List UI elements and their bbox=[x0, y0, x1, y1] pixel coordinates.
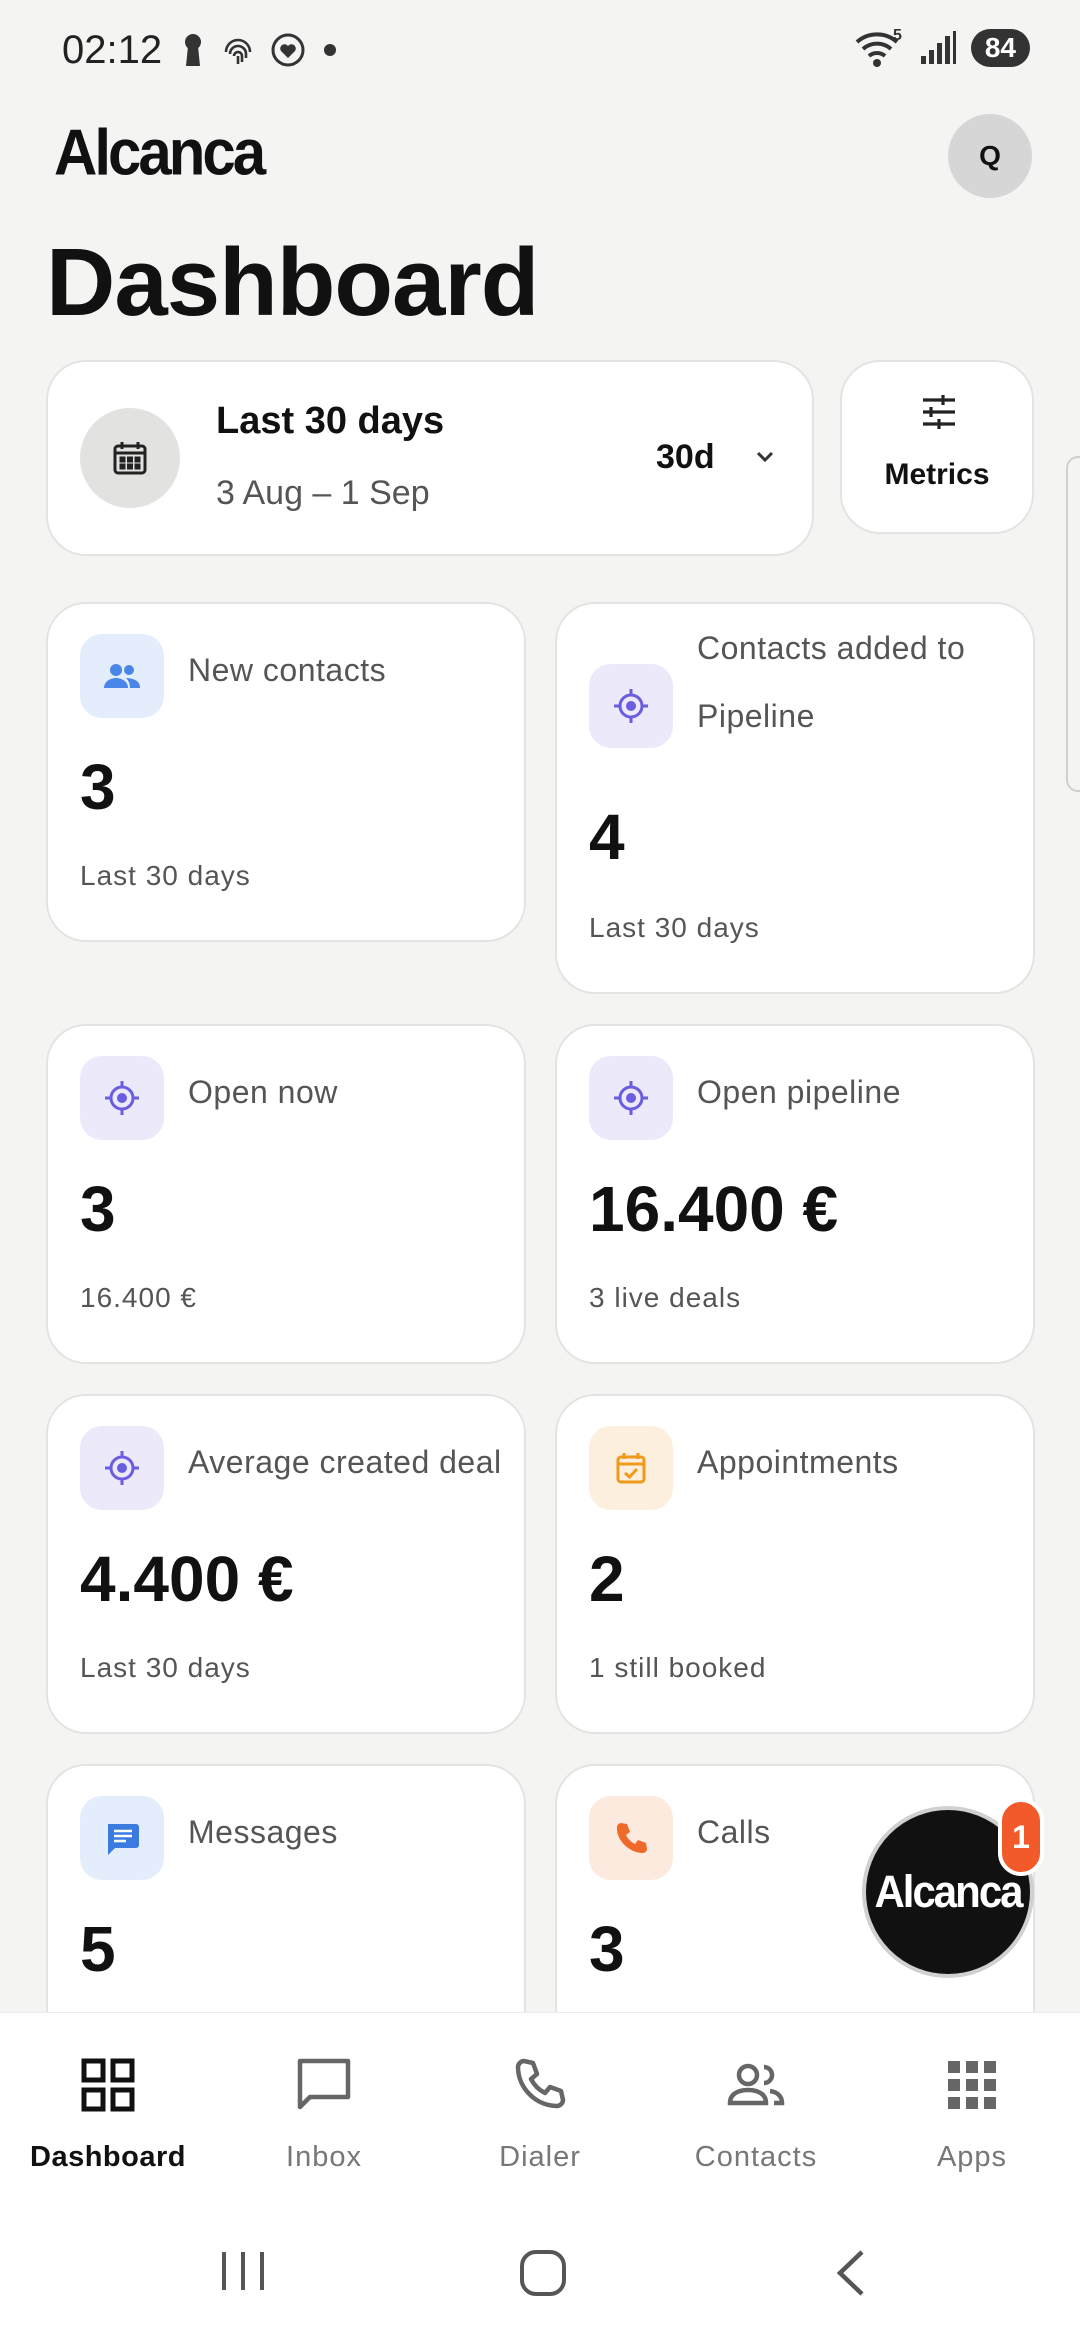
card-value: 16.400 € bbox=[589, 1173, 839, 1245]
card-label: New contacts bbox=[188, 652, 387, 688]
message-icon bbox=[108, 1824, 139, 1855]
card-note: 16.400 € bbox=[80, 1282, 197, 1313]
recent-apps-icon[interactable] bbox=[218, 2248, 268, 2294]
card-contacts-added-to-pipeline[interactable]: Contacts added to Pipeline 4 Last 30 day… bbox=[555, 602, 1035, 994]
card-icon-box bbox=[80, 1426, 164, 1510]
sliders-icon bbox=[923, 395, 955, 429]
card-label: Contacts added to Pipeline bbox=[697, 630, 966, 734]
card-icon-box bbox=[589, 1056, 673, 1140]
grid-icon bbox=[76, 2053, 140, 2117]
card-open-now[interactable]: Open now 3 16.400 € bbox=[46, 1024, 526, 1364]
apps-grid-icon bbox=[940, 2053, 1004, 2117]
status-bar: 02:12 5 84 bbox=[0, 0, 1080, 100]
target-icon bbox=[614, 689, 648, 723]
card-average-created-deal[interactable]: Average created deal 4.400 € Last 30 day… bbox=[46, 1394, 526, 1734]
battery-level: 84 bbox=[970, 29, 1030, 67]
target-icon bbox=[105, 1081, 139, 1115]
card-note: 1 still booked bbox=[589, 1652, 767, 1683]
nav-inbox[interactable]: Inbox bbox=[216, 2013, 432, 2203]
app-logo: Alcanca bbox=[54, 116, 266, 189]
bottom-nav: Dashboard Inbox Dialer Contacts Apps bbox=[0, 2012, 1080, 2202]
chat-bubble-icon bbox=[292, 2053, 356, 2117]
card-value: 4.400 € bbox=[80, 1543, 294, 1615]
phone-icon bbox=[616, 1823, 647, 1853]
target-icon bbox=[614, 1081, 648, 1115]
heart-badge-icon bbox=[271, 33, 305, 67]
nav-label: Contacts bbox=[694, 2141, 818, 2173]
metrics-label: Metrics bbox=[884, 458, 990, 491]
fab-notification-badge: 1 bbox=[998, 1798, 1044, 1876]
card-icon-box bbox=[589, 1426, 673, 1510]
phone-outline-icon bbox=[508, 2053, 572, 2117]
card-label: Messages bbox=[188, 1814, 338, 1850]
card-note: Last 30 days bbox=[80, 860, 251, 891]
card-label: Appointments bbox=[697, 1444, 899, 1480]
back-icon[interactable] bbox=[830, 2248, 870, 2298]
calendar-check-icon bbox=[616, 1453, 646, 1484]
card-appointments[interactable]: Appointments 2 1 still booked bbox=[555, 1394, 1035, 1734]
date-range-selector[interactable]: Last 30 days 3 Aug – 1 Sep 30d bbox=[46, 360, 814, 556]
card-note: Last 30 days bbox=[80, 1652, 251, 1683]
card-icon-box bbox=[80, 1796, 164, 1880]
card-value: 3 bbox=[80, 751, 116, 823]
nav-label: Dashboard bbox=[30, 2141, 186, 2173]
page-title: Dashboard bbox=[46, 229, 539, 336]
chevron-down-icon bbox=[756, 451, 774, 463]
keyhole-icon bbox=[185, 34, 201, 66]
card-value: 4 bbox=[589, 801, 625, 873]
card-open-pipeline[interactable]: Open pipeline 16.400 € 3 live deals bbox=[555, 1024, 1035, 1364]
card-label: Average created deal bbox=[188, 1444, 502, 1480]
card-icon-box bbox=[80, 634, 164, 718]
signal-icon bbox=[920, 31, 956, 64]
people-outline-icon bbox=[724, 2053, 788, 2117]
card-new-contacts[interactable]: New contacts 3 Last 30 days bbox=[46, 602, 526, 942]
nav-label: Apps bbox=[936, 2141, 1008, 2173]
nav-label: Inbox bbox=[286, 2141, 362, 2173]
nav-apps[interactable]: Apps bbox=[864, 2013, 1080, 2203]
card-label: Open now bbox=[188, 1074, 338, 1110]
nav-dashboard[interactable]: Dashboard bbox=[0, 2013, 216, 2203]
status-system-icons: 5 84 bbox=[853, 28, 1030, 68]
target-icon bbox=[105, 1451, 139, 1485]
fab-logo: Alcanca bbox=[874, 1866, 1023, 1917]
scroll-indicator[interactable] bbox=[1066, 456, 1080, 792]
card-value: 2 bbox=[589, 1543, 625, 1615]
people-icon bbox=[104, 664, 140, 688]
nav-dialer[interactable]: Dialer bbox=[432, 2013, 648, 2203]
card-note: Last 30 days bbox=[589, 912, 760, 943]
status-time: 02:12 bbox=[62, 28, 163, 72]
card-icon-box bbox=[589, 1796, 673, 1880]
range-dates: 3 Aug – 1 Sep bbox=[216, 474, 430, 512]
card-icon-box bbox=[589, 664, 673, 748]
wifi-icon: 5 bbox=[855, 28, 902, 67]
system-nav-bar bbox=[0, 2202, 1080, 2340]
status-notification-icons bbox=[180, 32, 340, 68]
card-icon-box bbox=[80, 1056, 164, 1140]
home-icon[interactable] bbox=[518, 2248, 568, 2298]
card-value: 5 bbox=[80, 1913, 116, 1985]
card-note: 3 live deals bbox=[589, 1282, 742, 1313]
nav-contacts[interactable]: Contacts bbox=[648, 2013, 864, 2203]
card-value: 3 bbox=[589, 1913, 625, 1985]
avatar-button[interactable]: Q bbox=[948, 114, 1032, 198]
range-short: 30d bbox=[656, 438, 715, 476]
card-label: Open pipeline bbox=[697, 1074, 901, 1110]
app-screen: 02:12 5 84 Alcanca Q Dashboard Last 30 d… bbox=[0, 0, 1080, 2340]
nav-label: Dialer bbox=[499, 2141, 581, 2173]
wifi-label: 5 bbox=[893, 28, 902, 44]
dot-icon bbox=[324, 44, 336, 56]
range-label: Last 30 days bbox=[216, 400, 445, 442]
metrics-button[interactable]: Metrics bbox=[840, 360, 1034, 534]
calendar-icon bbox=[80, 408, 180, 508]
card-value: 3 bbox=[80, 1173, 116, 1245]
fingerprint-icon bbox=[224, 38, 252, 64]
